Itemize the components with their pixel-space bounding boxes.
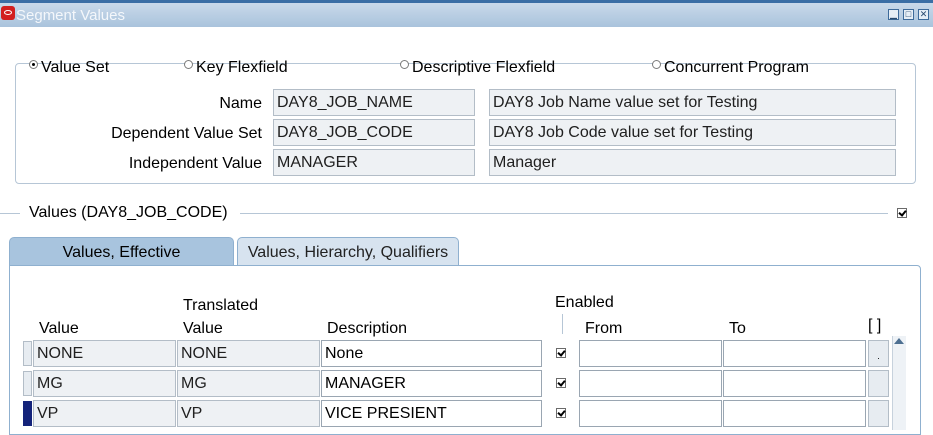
to-date-cell[interactable] [723,370,866,397]
column-header-enabled: Enabled [555,294,614,311]
tab-values-effective[interactable]: Values, Effective [9,237,234,266]
radio-unselected-icon [400,60,409,69]
radio-unselected-icon [652,60,661,69]
radio-selected-icon [29,60,38,69]
column-header-value: Value [39,320,79,337]
minimize-icon[interactable]: ▁ [888,9,899,20]
description-cell[interactable]: MANAGER [321,370,542,397]
close-icon[interactable]: ✕ [918,9,929,20]
enabled-group-line [562,314,563,334]
table-vertical-scrollbar[interactable] [892,336,906,430]
description-cell[interactable]: VICE PRESIENT [321,400,542,427]
radio-label: Descriptive Flexfield [412,59,556,76]
name-description-field[interactable]: DAY8 Job Name value set for Testing [489,89,896,116]
dependent-value-set-field[interactable]: DAY8_JOB_CODE [273,119,475,146]
dependent-value-set-label: Dependent Value Set [111,125,262,142]
from-date-cell[interactable] [579,370,722,397]
value-cell[interactable]: MG [33,370,176,397]
column-header-translated-value: Value [183,320,223,337]
enabled-checkbox[interactable] [556,408,566,418]
row-selector[interactable] [23,371,32,396]
independent-value-label: Independent Value [128,155,262,172]
flexfield-cell[interactable] [868,370,889,397]
section-divider [240,213,888,214]
row-selector[interactable] [23,341,32,366]
window-titlebar[interactable]: Segment Values ▁ □ ✕ [0,0,933,27]
values-section-title: Values (DAY8_JOB_CODE) [27,204,230,222]
column-header-flexfield: [ ] [868,317,882,334]
values-section-checkbox[interactable] [897,208,907,218]
maximize-icon[interactable]: □ [903,9,914,20]
section-divider [0,213,20,214]
radio-unselected-icon [184,60,193,69]
independent-value-field[interactable]: MANAGER [273,149,475,176]
name-label: Name [219,95,262,112]
window-title: Segment Values [16,7,125,24]
column-header-translated: Translated [183,297,258,314]
dependent-description-field[interactable]: DAY8 Job Code value set for Testing [489,119,896,146]
tab-values-hierarchy-qualifiers[interactable]: Values, Hierarchy, Qualifiers [237,237,459,266]
radio-label: Concurrent Program [664,59,809,76]
value-cell[interactable]: NONE [33,340,176,367]
enabled-checkbox[interactable] [556,348,566,358]
column-header-description: Description [327,320,408,337]
flexfield-cell[interactable]: . [868,340,889,367]
radio-label: Value Set [41,59,110,76]
radio-label: Key Flexfield [196,59,288,76]
to-date-cell[interactable] [723,400,866,427]
translated-value-cell[interactable]: MG [177,370,320,397]
name-field[interactable]: DAY8_JOB_NAME [273,89,475,116]
independent-description-field[interactable]: Manager [489,149,896,176]
value-cell[interactable]: VP [33,400,176,427]
enabled-checkbox[interactable] [556,378,566,388]
flexfield-cell[interactable] [868,400,889,427]
from-date-cell[interactable] [579,400,722,427]
description-cell[interactable]: None [321,340,542,367]
column-header-from: From [585,320,623,337]
oracle-icon [1,6,15,20]
from-date-cell[interactable] [579,340,722,367]
column-header-to: To [729,320,746,337]
scroll-up-arrow-icon[interactable] [894,338,904,344]
row-selector-current[interactable] [23,401,32,426]
translated-value-cell[interactable]: NONE [177,340,320,367]
to-date-cell[interactable] [723,340,866,367]
translated-value-cell[interactable]: VP [177,400,320,427]
